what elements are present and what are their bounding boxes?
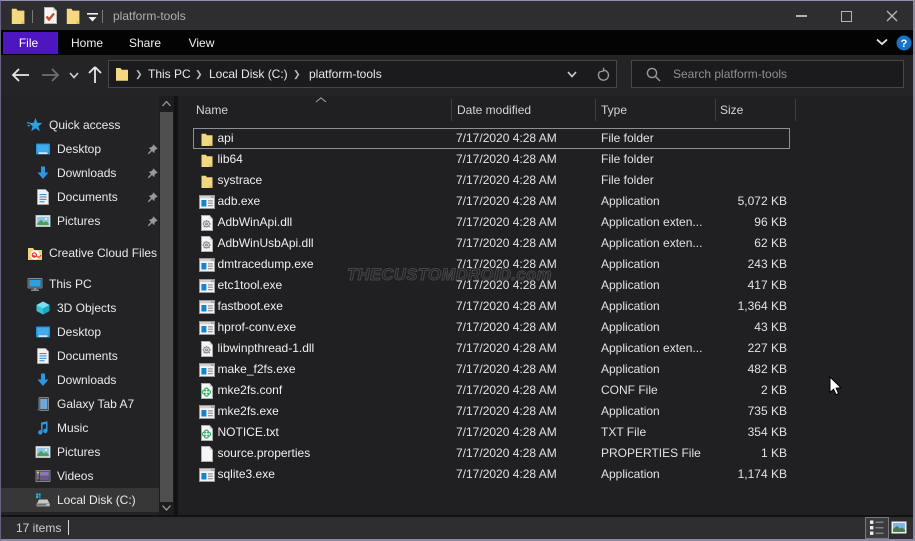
svg-text:?: ? xyxy=(901,38,908,50)
